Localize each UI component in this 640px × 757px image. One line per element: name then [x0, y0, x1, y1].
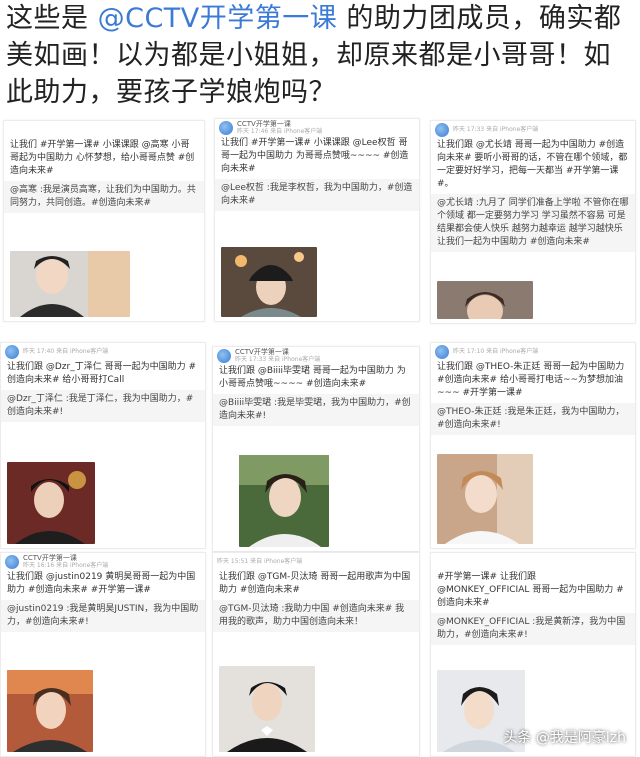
- post-time: 昨天 15:51 来自 iPhone客户端: [217, 558, 303, 565]
- weibo-post-card[interactable]: 让我们 #开学第一课# 小课课跟 @高寒 小哥哥起为中国助力 心怀梦想，给小哥哥…: [3, 120, 205, 322]
- account-avatar[interactable]: [435, 123, 449, 137]
- post-body: 让我们跟 @Dzr_丁泽仁 哥哥一起为中国助力 #创造向未来# 给小哥哥打Cal…: [7, 362, 196, 385]
- post-header: 昨天 17:33 来自 iPhone客户端: [431, 121, 635, 139]
- post-account: CCTV开学第一课: [237, 120, 291, 128]
- post-photo[interactable]: [437, 454, 533, 544]
- account-avatar[interactable]: [5, 345, 19, 359]
- post-photo[interactable]: [7, 670, 93, 752]
- weibo-post-card[interactable]: 昨天 15:51 来自 iPhone客户端 让我们跟 @TGM-贝汰琦 哥哥一起…: [212, 552, 420, 757]
- post-repost: @Biiii毕雯珺 :我是毕雯珺，我为中国助力，#创造向未来#!: [213, 394, 419, 426]
- post-time: 昨天 17:46 来自 iPhone客户端: [237, 128, 323, 135]
- weibo-post-card[interactable]: 昨天 17:10 来自 iPhone客户端 让我们跟 @THEO-朱正廷 哥哥一…: [430, 342, 636, 549]
- post-account: CCTV开学第一课: [23, 554, 77, 562]
- weibo-post-card[interactable]: 昨天 17:40 来自 iPhone客户端 让我们跟 @Dzr_丁泽仁 哥哥一起…: [0, 342, 206, 549]
- account-avatar[interactable]: [5, 555, 19, 569]
- screenshot-collage: 让我们 #开学第一课# 小课课跟 @高寒 小哥哥起为中国助力 心怀梦想，给小哥哥…: [0, 118, 640, 757]
- post-repost: @justin0219 :我是黄明昊JUSTIN，我为中国助力，#创造向未来#!: [1, 600, 205, 632]
- post-repost: @THEO-朱正廷 :我是朱正廷，我为中国助力，#创造向未来#!: [431, 403, 635, 435]
- headline-prefix: 这些是: [6, 3, 98, 34]
- post-account: CCTV开学第一课: [235, 348, 289, 356]
- post-photo[interactable]: [437, 281, 533, 319]
- account-avatar[interactable]: [217, 349, 231, 363]
- post-header: 昨天 17:40 来自 iPhone客户端: [1, 343, 205, 361]
- post-repost: @TGM-贝汰琦 :我助力中国 #创造向未来# 我用我的歌声，助力中国创造向未来…: [213, 600, 419, 632]
- post-time: 昨天 17:33 来自 iPhone客户端: [235, 356, 321, 363]
- post-header: CCTV开学第一课 昨天 16:16 来自 iPhone客户端: [1, 553, 205, 571]
- post-repost: @MONKEY_OFFICIAL :我是黄新淳，我为中国助力，#创造向未来#!: [431, 613, 635, 645]
- post-header: 昨天 17:10 来自 iPhone客户端: [431, 343, 635, 361]
- post-body: 让我们跟 @justin0219 黄明昊哥哥一起为中国助力 #创造向未来# #开…: [7, 572, 196, 595]
- article-headline: 这些是 @CCTV开学第一课 的助力团成员，确实都美如画！以为都是小姐姐，却原来…: [6, 0, 636, 118]
- post-body: 让我们跟 @THEO-朱正廷 哥哥一起为中国助力 #创造向未来# 给小哥哥打电话…: [437, 362, 625, 398]
- weibo-post-card[interactable]: CCTV开学第一课 昨天 17:46 来自 iPhone客户端 让我们 #开学第一…: [214, 118, 420, 322]
- post-repost: @Lee权哲 :我是李权哲，我为中国助力，#创造向未来#: [215, 179, 419, 211]
- post-header: CCTV开学第一课 昨天 17:33 来自 iPhone客户端: [213, 347, 419, 365]
- post-header: [4, 121, 204, 139]
- post-time: 昨天 17:40 来自 iPhone客户端: [23, 348, 109, 355]
- post-header: [431, 553, 635, 571]
- post-photo[interactable]: [221, 247, 317, 317]
- post-body: 让我们 #开学第一课# 小课课跟 @高寒 小哥哥起为中国助力 心怀梦想，给小哥哥…: [10, 140, 195, 176]
- post-repost: @Dzr_丁泽仁 :我是丁泽仁，我为中国助力，#创造向未来#!: [1, 390, 205, 422]
- weibo-post-card[interactable]: CCTV开学第一课 昨天 16:16 来自 iPhone客户端 让我们跟 @jus…: [0, 552, 206, 757]
- post-photo[interactable]: [239, 455, 329, 547]
- post-header: CCTV开学第一课 昨天 17:46 来自 iPhone客户端: [215, 119, 419, 137]
- source-watermark: 头条 @我是阿豪lzh: [503, 730, 626, 746]
- post-repost: @高寒 :我是演员高寒，让我们为中国助力。共同努力，共同创造。#创造向未来#: [4, 181, 204, 213]
- post-photo[interactable]: [7, 462, 95, 544]
- post-time: 昨天 17:33 来自 iPhone客户端: [453, 126, 539, 133]
- post-repost: @尤长靖 :九月了 同学们准备上学啦 不管你在哪个领域 都一定要努力学习 学习虽…: [431, 194, 635, 252]
- weibo-post-card[interactable]: CCTV开学第一课 昨天 17:33 来自 iPhone客户端 让我们跟 @Bii…: [212, 346, 420, 552]
- post-header: 昨天 15:51 来自 iPhone客户端: [213, 553, 419, 571]
- post-body: 让我们 #开学第一课# 小课课跟 @Lee权哲 哥哥一起为中国助力 为哥哥点赞哦…: [221, 138, 409, 174]
- post-time: 昨天 16:16 来自 iPhone客户端: [23, 562, 109, 569]
- headline-mention-link[interactable]: @CCTV开学第一课: [98, 3, 338, 34]
- account-avatar[interactable]: [435, 345, 449, 359]
- post-body: #开学第一课# 让我们跟 @MONKEY_OFFICIAL 哥哥一起为中国助力 …: [437, 572, 624, 608]
- post-body: 让我们跟 @TGM-贝汰琦 哥哥一起用歌声为中国助力 #创造向未来#: [219, 572, 411, 595]
- post-body: 让我们跟 @尤长靖 哥哥一起为中国助力 #创造向未来# 要听小哥哥的话，不管在哪…: [437, 140, 628, 189]
- post-photo[interactable]: [219, 666, 315, 752]
- weibo-post-card[interactable]: 昨天 17:33 来自 iPhone客户端 让我们跟 @尤长靖 哥哥一起为中国助…: [430, 120, 636, 324]
- post-body: 让我们跟 @Biiii毕雯珺 哥哥一起为中国助力 为小哥哥点赞哦~~~~ #创造…: [219, 366, 406, 389]
- post-time: 昨天 17:10 来自 iPhone客户端: [453, 348, 539, 355]
- post-photo[interactable]: [10, 251, 130, 317]
- account-avatar[interactable]: [219, 121, 233, 135]
